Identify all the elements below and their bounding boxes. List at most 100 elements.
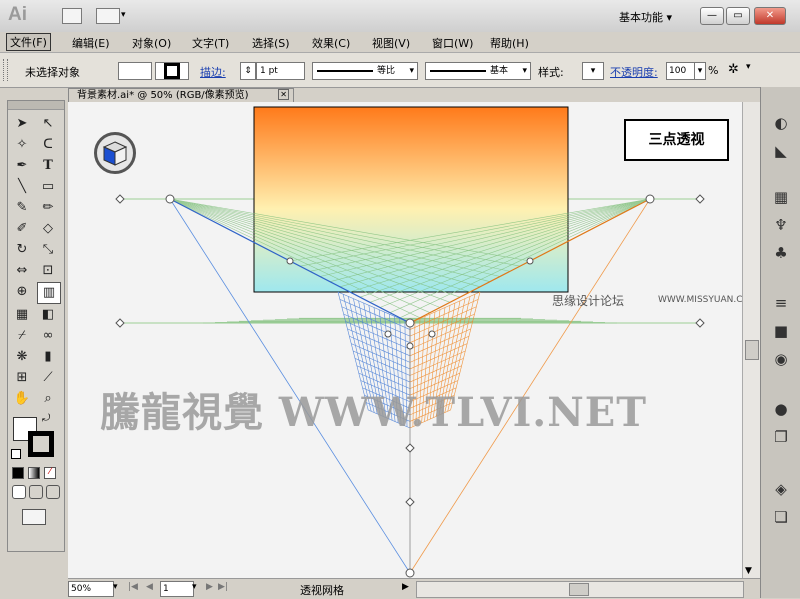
color-guide-panel-icon[interactable]: ◣ [771,141,791,161]
free-transform-tool-icon[interactable]: ⊡ [37,261,59,281]
hand-tool-icon[interactable]: ✋ [11,389,33,409]
pencil-tool-icon[interactable]: ✏ [37,198,59,218]
recolor-icon[interactable]: ✲ [728,62,739,77]
menu-type[interactable]: 文字(T) [192,35,229,51]
restore-button[interactable]: ▭ [726,7,750,25]
zoom-tool-icon[interactable]: ⌕ [37,389,59,409]
tools-panel-grip[interactable] [8,101,64,110]
brush-definition[interactable]: 基本 ▾ [425,62,531,80]
stroke-weight-stepper[interactable]: ⇕ [240,62,256,80]
chevron-down-icon[interactable]: ▾ [746,62,751,72]
menu-select[interactable]: 选择(S) [252,35,290,51]
workspace-switcher[interactable]: 基本功能 ▾ [619,9,672,25]
horizontal-scrollbar[interactable] [416,581,744,598]
gradient-panel-icon[interactable]: ■ [771,321,791,341]
screen-mode-icon[interactable] [22,509,46,525]
menu-window[interactable]: 窗口(W) [432,35,473,51]
menu-edit[interactable]: 编辑(E) [72,35,110,51]
swatches-panel-icon[interactable]: ▦ [771,187,791,207]
artboard-dropdown-icon[interactable]: ▾ [192,582,197,592]
bridge-icon[interactable] [62,8,82,24]
layers-panel-icon[interactable]: ◈ [771,479,791,499]
swap-fill-stroke-icon[interactable]: ⤾ [42,413,50,424]
scroll-thumb[interactable] [569,583,589,596]
gradient-tool-icon[interactable]: ◧ [37,305,59,325]
direct-selection-tool-icon[interactable]: ↖ [37,114,59,134]
color-panel-icon[interactable]: ◐ [771,113,791,133]
slice-tool-icon[interactable]: ⟋ [37,368,59,388]
line-tool-icon[interactable]: ╲ [11,177,33,197]
color-mode-icon[interactable] [12,467,24,479]
opacity-field[interactable]: 100 [666,62,696,80]
eyedropper-tool-icon[interactable]: ⌿ [11,326,33,346]
vertical-scrollbar[interactable]: ▼ [742,102,760,578]
stroke-swatch[interactable] [155,62,189,80]
last-artboard-icon[interactable]: ▶| [218,582,228,592]
column-graph-tool-icon[interactable]: ▮ [37,347,59,367]
menu-file[interactable]: 文件(F) [6,33,51,51]
brushes-panel-icon[interactable]: ♆ [771,215,791,235]
selection-tool-icon[interactable]: ➤ [11,114,33,134]
perspective-grid-tool-icon[interactable]: ▥ [37,282,61,304]
symbols-panel-icon[interactable]: ♣ [771,243,791,263]
variable-width-profile[interactable]: 等比 ▾ [312,62,418,80]
artboard-number-field[interactable]: 1 [160,581,194,597]
gradient-rectangle[interactable] [253,106,569,293]
stroke-weight-field[interactable]: 1 pt [256,62,305,80]
magic-wand-tool-icon[interactable]: ✧ [11,135,33,155]
plane-switching-widget[interactable] [94,132,136,174]
stroke-panel-icon[interactable]: ≡ [771,293,791,313]
artboards-panel-icon[interactable]: ❏ [771,507,791,527]
document-tab[interactable]: 背景素材.ai* @ 50% (RGB/像素预览) ✕ [68,88,294,103]
draw-normal-icon[interactable] [12,485,26,499]
paintbrush-tool-icon[interactable]: ✎ [11,198,33,218]
stroke-label[interactable]: 描边: [200,64,226,80]
type-tool-icon[interactable]: T [37,156,59,176]
panel-grip[interactable] [3,59,8,81]
shape-builder-tool-icon[interactable]: ⊕ [11,282,33,302]
minimize-button[interactable]: — [700,7,724,25]
menu-effect[interactable]: 效果(C) [312,35,350,51]
close-tab-icon[interactable]: ✕ [278,89,289,100]
pen-tool-icon[interactable]: ✒ [11,156,33,176]
opacity-label[interactable]: 不透明度: [610,64,658,80]
default-colors-icon[interactable] [11,449,21,459]
blend-tool-icon[interactable]: ∞ [37,326,59,346]
mesh-tool-icon[interactable]: ▦ [11,305,33,325]
draw-behind-icon[interactable] [29,485,43,499]
scroll-thumb[interactable] [745,340,759,360]
scroll-down-icon[interactable]: ▼ [745,566,752,576]
first-artboard-icon[interactable]: |◀ [128,582,138,592]
draw-inside-icon[interactable] [46,485,60,499]
artboard-tool-icon[interactable]: ⊞ [11,368,33,388]
none-mode-icon[interactable]: ⁄ [44,467,56,479]
blob-brush-tool-icon[interactable]: ✐ [11,219,33,239]
appearance-panel-icon[interactable]: ● [771,399,791,419]
canvas[interactable]: 三点透视 思缘设计论坛 WWW.MISSYUAN.COM 騰龍視覺 WWW.TL… [68,102,760,578]
stroke-color-box[interactable] [28,431,54,457]
zoom-field[interactable]: 50% [68,581,114,597]
previous-artboard-icon[interactable]: ◀ [146,582,153,592]
status-menu-icon[interactable]: ▶ [402,582,409,592]
gradient-mode-icon[interactable] [28,467,40,479]
rotate-tool-icon[interactable]: ↻ [11,240,33,260]
transparency-panel-icon[interactable]: ◉ [771,349,791,369]
symbol-sprayer-tool-icon[interactable]: ❋ [11,347,33,367]
chevron-down-icon[interactable]: ▾ [121,10,126,20]
scale-tool-icon[interactable]: ⤡ [37,240,59,260]
eraser-tool-icon[interactable]: ◇ [37,219,59,239]
fill-swatch[interactable] [118,62,152,80]
menu-help[interactable]: 帮助(H) [490,35,529,51]
rectangle-tool-icon[interactable]: ▭ [37,177,59,197]
graphic-style-picker[interactable]: ▾ [582,62,604,80]
zoom-dropdown-icon[interactable]: ▾ [113,582,118,592]
opacity-dropdown[interactable]: ▾ [694,62,706,80]
lasso-tool-icon[interactable]: ᑕ [37,135,59,155]
next-artboard-icon[interactable]: ▶ [206,582,213,592]
menu-view[interactable]: 视图(V) [372,35,410,51]
menu-object[interactable]: 对象(O) [132,35,171,51]
close-button[interactable]: ✕ [754,7,786,25]
arrange-documents-icon[interactable] [96,8,120,24]
graphic-styles-panel-icon[interactable]: ❐ [771,427,791,447]
width-tool-icon[interactable]: ⇔ [11,261,33,281]
